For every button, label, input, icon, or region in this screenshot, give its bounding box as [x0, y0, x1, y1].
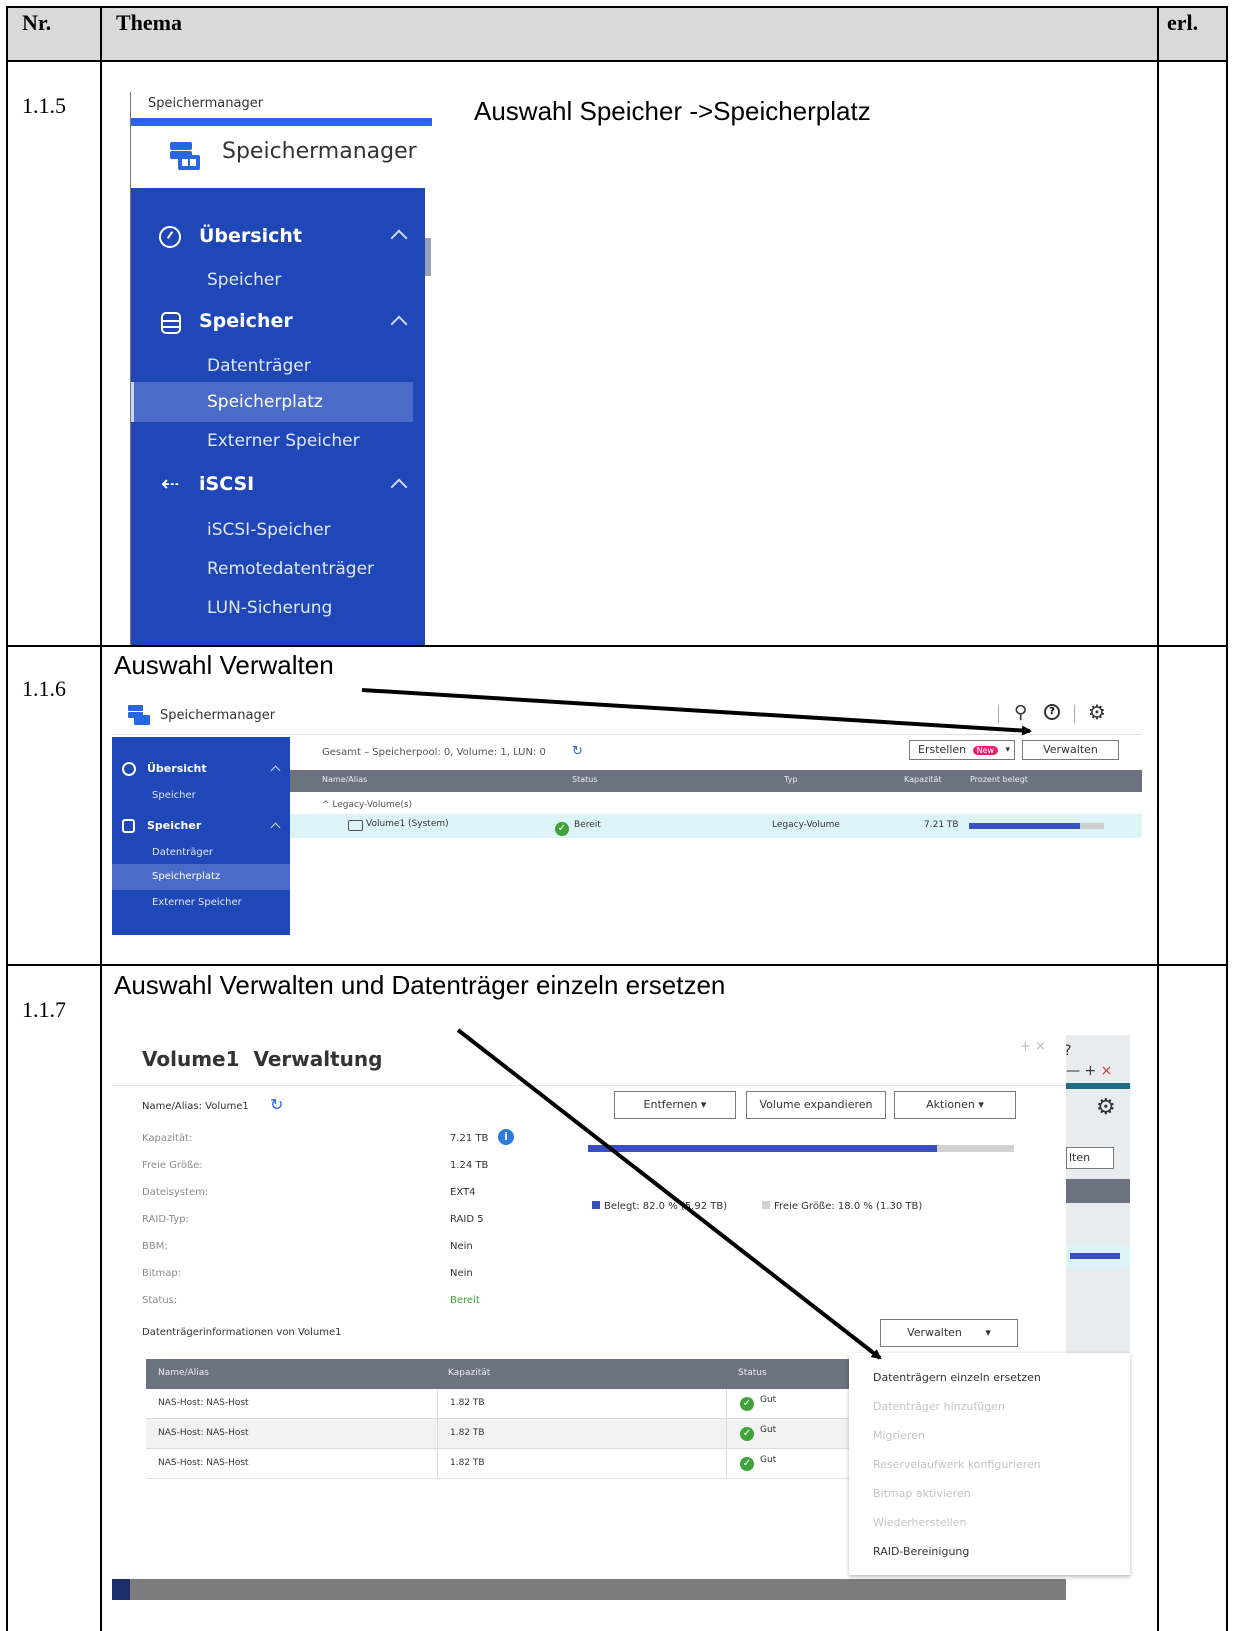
annotation-arrow: [456, 1028, 882, 1360]
